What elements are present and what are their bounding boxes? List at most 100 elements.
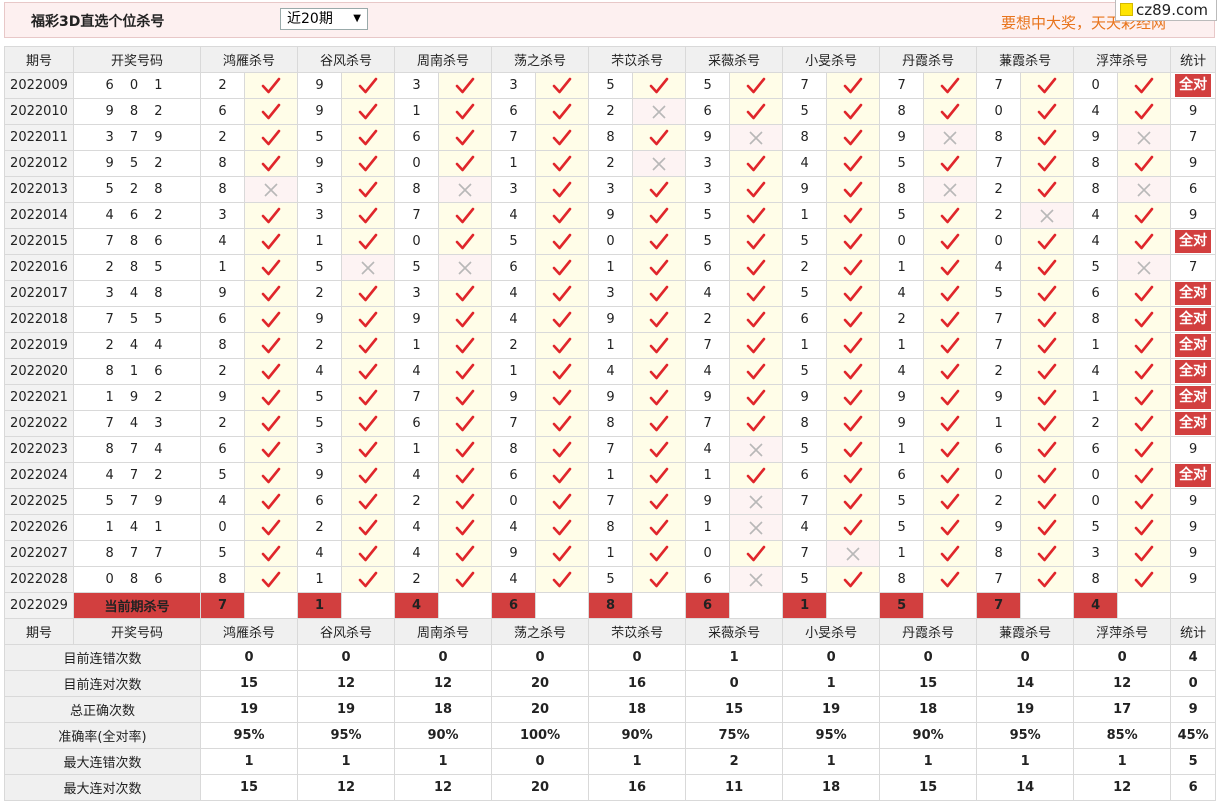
check-icon — [438, 124, 493, 151]
kill-number-cell: 4 — [1073, 98, 1119, 125]
kill-number-cell: 4 — [491, 306, 537, 333]
kill-number-cell: 0 — [200, 514, 245, 541]
kill-number-cell: 9 — [297, 306, 343, 333]
kill-number-cell: 3 — [297, 176, 343, 203]
stats-value: 95% — [199, 722, 299, 749]
check-icon — [1117, 462, 1172, 489]
stats-label: 总正确次数 — [4, 696, 201, 723]
kill-number-cell: 9 — [297, 150, 343, 177]
check-icon — [535, 384, 590, 411]
kill-number-cell: 4 — [588, 358, 634, 385]
kill-number-cell: 8 — [200, 566, 245, 593]
check-icon — [243, 332, 299, 359]
kill-number-cell: 8 — [588, 124, 634, 151]
check-icon — [341, 150, 396, 177]
kill-number-cell: 6 — [782, 306, 828, 333]
kill-number-cell: 8 — [200, 176, 245, 203]
check-icon — [341, 540, 396, 567]
kill-number-cell: 9 — [685, 384, 731, 411]
kill-number-cell: 5 — [1073, 514, 1119, 541]
check-icon — [438, 280, 493, 307]
period-select[interactable]: 近20期 ▼ — [280, 8, 368, 30]
check-icon — [1020, 410, 1075, 437]
kill-number-cell: 2 — [976, 488, 1022, 515]
kill-number-cell: 0 — [588, 228, 634, 255]
check-icon — [729, 280, 784, 307]
kill-number-cell: 1 — [588, 254, 634, 281]
col-header-expert: 小旻杀号 — [782, 46, 881, 73]
issue-cell: 2022011 — [4, 124, 74, 151]
col-header-expert: 荡之杀号 — [491, 618, 590, 645]
kill-number-cell: 1 — [879, 540, 925, 567]
kill-number-cell: 5 — [685, 202, 731, 229]
check-icon — [535, 280, 590, 307]
check-icon — [632, 566, 687, 593]
check-icon — [826, 514, 881, 541]
col-header-stat: 统计 — [1170, 46, 1217, 73]
kill-number-cell: 4 — [685, 280, 731, 307]
check-icon — [341, 176, 396, 203]
check-icon — [535, 566, 590, 593]
issue-cell: 2022014 — [4, 202, 74, 229]
kill-number-cell: 1 — [685, 462, 731, 489]
kill-number-cell: 8 — [879, 98, 925, 125]
cross-icon — [826, 540, 881, 567]
stats-row: 目前连错次数 0 0 0 0 0 1 0 0 0 0 4 — [4, 644, 1217, 671]
stats-total: 45% — [1170, 722, 1217, 749]
check-icon — [729, 176, 784, 203]
kill-number-cell: 1 — [782, 202, 828, 229]
col-header-expert: 芣苡杀号 — [588, 618, 687, 645]
kill-number-cell: 4 — [491, 566, 537, 593]
check-icon — [243, 202, 299, 229]
table-row: 2022010 9 8 269162658049 — [4, 98, 1217, 125]
stats-label: 最大连错次数 — [4, 748, 201, 775]
check-icon — [243, 254, 299, 281]
kill-number-cell: 1 — [588, 462, 634, 489]
kill-number-cell: 8 — [588, 514, 634, 541]
kill-number-cell: 3 — [394, 72, 440, 99]
site-badge[interactable]: cz89.com — [1115, 0, 1217, 21]
check-icon — [243, 358, 299, 385]
check-icon — [729, 150, 784, 177]
kill-number-cell: 7 — [491, 410, 537, 437]
kill-number-cell: 8 — [879, 566, 925, 593]
check-icon — [1020, 98, 1075, 125]
check-icon — [1020, 566, 1075, 593]
stat-cell: 9 — [1170, 436, 1217, 463]
logo-square-icon — [1120, 3, 1133, 16]
draw-cell: 8 7 4 — [73, 436, 201, 463]
stats-value: 0 — [491, 644, 590, 671]
stats-value: 1 — [685, 644, 784, 671]
kill-number-cell: 6 — [685, 98, 731, 125]
kill-number-cell: 5 — [782, 436, 828, 463]
check-icon — [826, 98, 881, 125]
kill-number-cell: 1 — [685, 514, 731, 541]
check-icon — [535, 72, 590, 99]
check-icon — [632, 540, 687, 567]
current-empty-cell — [535, 592, 590, 619]
stats-total: 0 — [1170, 670, 1217, 697]
issue-cell: 2022028 — [4, 566, 74, 593]
check-icon — [1117, 540, 1172, 567]
kill-number-cell: 3 — [200, 202, 245, 229]
kill-number-cell: 6 — [685, 254, 731, 281]
kill-number-cell: 5 — [782, 228, 828, 255]
stats-value: 19 — [297, 696, 396, 723]
table-row: 2022016 2 8 515561621457 — [4, 254, 1217, 281]
stats-value: 19 — [782, 696, 881, 723]
kill-number-cell: 9 — [879, 124, 925, 151]
check-icon — [341, 514, 396, 541]
kill-number-cell: 2 — [976, 176, 1022, 203]
stats-total: 4 — [1170, 644, 1217, 671]
check-icon — [632, 228, 687, 255]
stats-label: 目前连对次数 — [4, 670, 201, 697]
stat-cell: 全对 — [1170, 228, 1217, 255]
issue-cell: 2022023 — [4, 436, 74, 463]
kill-number-cell: 5 — [976, 280, 1022, 307]
check-icon — [1117, 98, 1172, 125]
current-empty-cell — [826, 592, 881, 619]
stats-value: 15 — [879, 670, 978, 697]
check-icon — [826, 332, 881, 359]
kill-number-cell: 1 — [879, 436, 925, 463]
stats-row: 准确率(全对率) 95% 95% 90% 100% 90% 75% 95% 90% 95% 85% 4… — [4, 722, 1217, 749]
